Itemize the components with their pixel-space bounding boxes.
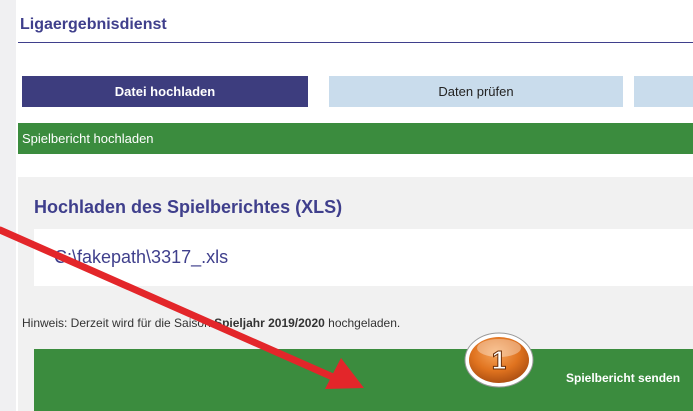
annotation-arrow-icon xyxy=(0,226,364,389)
badge-number: 1 xyxy=(492,345,506,375)
step-number-badge-icon: 1 xyxy=(464,332,534,388)
